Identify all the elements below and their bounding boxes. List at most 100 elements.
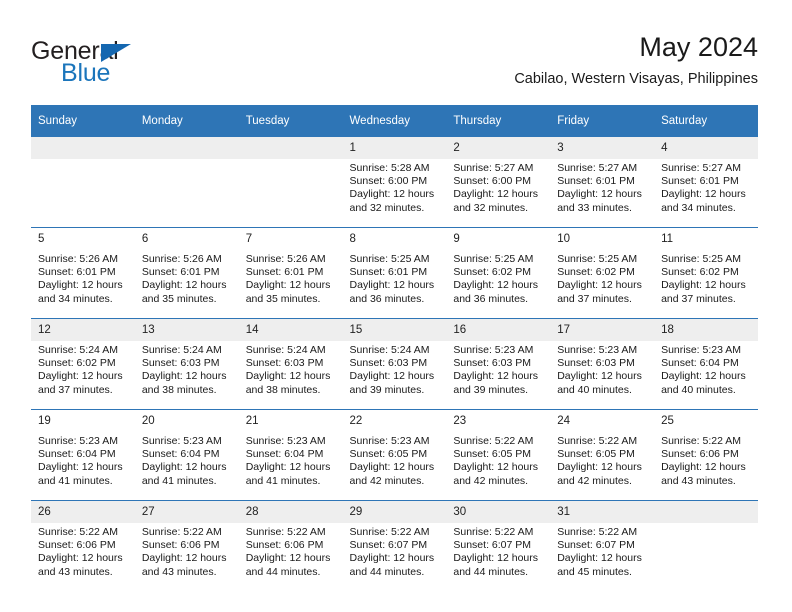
day-number: 6 xyxy=(134,228,239,250)
daylight-text-line1: Daylight: 12 hours xyxy=(661,279,746,292)
day-number: 29 xyxy=(342,501,447,523)
calendar-day-cell[interactable]: 24 Sunrise: 5:22 AM Sunset: 6:05 PM Dayligh… xyxy=(550,409,655,501)
calendar-day-cell[interactable]: 3 Sunrise: 5:27 AM Sunset: 6:01 PM Daylight… xyxy=(550,136,655,228)
calendar-day-cell[interactable]: 6 Sunrise: 5:26 AM Sunset: 6:01 PM Daylight… xyxy=(134,227,239,319)
daylight-text-line1: Daylight: 12 hours xyxy=(557,370,642,383)
sunset-text: Sunset: 6:05 PM xyxy=(453,448,532,461)
calendar-day-cell[interactable]: 19 Sunrise: 5:23 AM Sunset: 6:04 PM Dayligh… xyxy=(31,409,135,501)
calendar-day-cell[interactable]: 22 Sunrise: 5:23 AM Sunset: 6:05 PM Dayligh… xyxy=(342,409,447,501)
calendar-day-cell[interactable]: 18 Sunrise: 5:23 AM Sunset: 6:04 PM Dayligh… xyxy=(654,318,758,410)
sunrise-text: Sunrise: 5:23 AM xyxy=(557,344,638,356)
day-details: Sunrise: 5:24 AM Sunset: 6:03 PM Daylight:… xyxy=(135,341,239,397)
sunset-text: Sunset: 6:03 PM xyxy=(245,357,324,370)
calendar-day-cell[interactable]: 9 Sunrise: 5:25 AM Sunset: 6:02 PM Daylight… xyxy=(446,227,551,319)
day-number: 24 xyxy=(550,410,655,432)
calendar-week-row: 19 Sunrise: 5:23 AM Sunset: 6:04 PM Dayligh… xyxy=(31,409,758,501)
general-blue-logo[interactable]: General Blue xyxy=(31,38,231,94)
daylight-text-line2: and 45 minutes. xyxy=(557,565,632,578)
daylight-text-line1: Daylight: 12 hours xyxy=(661,461,746,474)
page-header: General Blue May 2024 Cabilao, Western V… xyxy=(31,30,758,96)
calendar-day-cell[interactable]: 21 Sunrise: 5:23 AM Sunset: 6:04 PM Dayligh… xyxy=(238,409,343,501)
daylight-text-line1: Daylight: 12 hours xyxy=(141,279,227,292)
sunset-text: Sunset: 6:01 PM xyxy=(661,175,739,188)
calendar-cell-empty xyxy=(134,136,239,228)
day-details: Sunrise: 5:28 AM Sunset: 6:00 PM Daylight:… xyxy=(343,159,447,215)
day-number: 25 xyxy=(654,410,758,432)
sunset-text: Sunset: 6:07 PM xyxy=(349,539,428,552)
calendar-day-cell[interactable]: 29 Sunrise: 5:22 AM Sunset: 6:07 PM Dayligh… xyxy=(342,500,447,591)
daylight-text-line1: Daylight: 12 hours xyxy=(245,279,331,292)
calendar-day-cell[interactable]: 14 Sunrise: 5:24 AM Sunset: 6:03 PM Dayligh… xyxy=(238,318,343,410)
calendar-day-cell[interactable]: 20 Sunrise: 5:23 AM Sunset: 6:04 PM Dayligh… xyxy=(134,409,239,501)
calendar-header-row: Sunday Monday Tuesday Wednesday Thursday Frid… xyxy=(31,105,758,137)
sunset-text: Sunset: 6:02 PM xyxy=(38,357,116,370)
weekday-header-friday: Friday xyxy=(550,105,655,137)
calendar-cell-empty xyxy=(654,500,758,591)
sunset-text: Sunset: 6:04 PM xyxy=(245,448,324,461)
calendar-day-cell[interactable]: 5 Sunrise: 5:26 AM Sunset: 6:01 PM Daylight… xyxy=(31,227,135,319)
daylight-text-line2: and 37 minutes. xyxy=(661,292,736,305)
sunset-text: Sunset: 6:01 PM xyxy=(38,266,116,279)
daylight-text-line2: and 38 minutes. xyxy=(141,383,217,396)
day-number: 31 xyxy=(550,501,655,523)
day-details: Sunrise: 5:25 AM Sunset: 6:02 PM Daylight:… xyxy=(550,250,654,306)
calendar-day-cell[interactable]: 27 Sunrise: 5:22 AM Sunset: 6:06 PM Dayligh… xyxy=(134,500,239,591)
sunrise-text: Sunrise: 5:25 AM xyxy=(557,253,638,265)
daylight-text-line2: and 40 minutes. xyxy=(661,383,736,396)
calendar-day-cell[interactable]: 12 Sunrise: 5:24 AM Sunset: 6:02 PM Dayligh… xyxy=(31,318,135,410)
sunrise-text: Sunrise: 5:22 AM xyxy=(557,435,638,447)
calendar-day-cell[interactable]: 25 Sunrise: 5:22 AM Sunset: 6:06 PM Dayligh… xyxy=(654,409,758,501)
daylight-text-line1: Daylight: 12 hours xyxy=(245,370,331,383)
calendar-day-cell[interactable]: 10 Sunrise: 5:25 AM Sunset: 6:02 PM Dayligh… xyxy=(550,227,655,319)
day-number xyxy=(238,137,343,159)
sunrise-text: Sunrise: 5:25 AM xyxy=(349,253,430,265)
day-details: Sunrise: 5:23 AM Sunset: 6:04 PM Daylight:… xyxy=(654,341,758,397)
calendar-day-cell[interactable]: 28 Sunrise: 5:22 AM Sunset: 6:06 PM Dayligh… xyxy=(238,500,343,591)
daylight-text-line2: and 34 minutes. xyxy=(38,292,113,305)
daylight-text-line2: and 36 minutes. xyxy=(453,292,529,305)
calendar-day-cell[interactable]: 2 Sunrise: 5:27 AM Sunset: 6:00 PM Daylight… xyxy=(446,136,551,228)
daylight-text-line1: Daylight: 12 hours xyxy=(38,461,123,474)
day-number: 14 xyxy=(238,319,343,341)
calendar-day-cell[interactable]: 26 Sunrise: 5:22 AM Sunset: 6:06 PM Dayligh… xyxy=(31,500,135,591)
daylight-text-line1: Daylight: 12 hours xyxy=(453,552,539,565)
day-details: Sunrise: 5:22 AM Sunset: 6:05 PM Daylight:… xyxy=(446,432,550,488)
day-details: Sunrise: 5:27 AM Sunset: 6:00 PM Daylight:… xyxy=(446,159,550,215)
weekday-header-tuesday: Tuesday xyxy=(238,105,343,137)
day-details: Sunrise: 5:22 AM Sunset: 6:06 PM Daylight:… xyxy=(135,523,239,579)
calendar-day-cell[interactable]: 11 Sunrise: 5:25 AM Sunset: 6:02 PM Dayligh… xyxy=(654,227,758,319)
weekday-header-sunday: Sunday xyxy=(31,105,135,137)
sunrise-text: Sunrise: 5:25 AM xyxy=(661,253,742,265)
calendar-day-cell[interactable]: 23 Sunrise: 5:22 AM Sunset: 6:05 PM Dayligh… xyxy=(446,409,551,501)
calendar-day-cell[interactable]: 17 Sunrise: 5:23 AM Sunset: 6:03 PM Dayligh… xyxy=(550,318,655,410)
calendar-day-cell[interactable]: 4 Sunrise: 5:27 AM Sunset: 6:01 PM Daylight… xyxy=(654,136,758,228)
sunrise-text: Sunrise: 5:22 AM xyxy=(349,526,430,538)
calendar-day-cell[interactable]: 16 Sunrise: 5:23 AM Sunset: 6:03 PM Dayligh… xyxy=(446,318,551,410)
calendar-day-cell[interactable]: 8 Sunrise: 5:25 AM Sunset: 6:01 PM Daylight… xyxy=(342,227,447,319)
daylight-text-line2: and 43 minutes. xyxy=(661,474,736,487)
day-number: 5 xyxy=(31,228,135,250)
calendar-day-cell[interactable]: 7 Sunrise: 5:26 AM Sunset: 6:01 PM Daylight… xyxy=(238,227,343,319)
calendar-day-cell[interactable]: 15 Sunrise: 5:24 AM Sunset: 6:03 PM Dayligh… xyxy=(342,318,447,410)
calendar-week-row: 1 Sunrise: 5:28 AM Sunset: 6:00 PM Daylight… xyxy=(31,136,758,228)
title-block: May 2024 Cabilao, Western Visayas, Phili… xyxy=(514,30,758,90)
sunrise-text: Sunrise: 5:25 AM xyxy=(453,253,534,265)
day-details: Sunrise: 5:22 AM Sunset: 6:06 PM Daylight:… xyxy=(654,432,758,488)
day-number xyxy=(31,137,135,159)
calendar-day-cell[interactable]: 30 Sunrise: 5:22 AM Sunset: 6:07 PM Dayligh… xyxy=(446,500,551,591)
calendar-day-cell[interactable]: 13 Sunrise: 5:24 AM Sunset: 6:03 PM Dayligh… xyxy=(134,318,239,410)
day-number: 13 xyxy=(134,319,239,341)
daylight-text-line1: Daylight: 12 hours xyxy=(245,552,331,565)
calendar-day-cell[interactable]: 1 Sunrise: 5:28 AM Sunset: 6:00 PM Daylight… xyxy=(342,136,447,228)
day-details: Sunrise: 5:22 AM Sunset: 6:07 PM Daylight:… xyxy=(446,523,550,579)
day-number: 8 xyxy=(342,228,447,250)
daylight-text-line1: Daylight: 12 hours xyxy=(141,461,227,474)
day-details: Sunrise: 5:23 AM Sunset: 6:05 PM Daylight:… xyxy=(343,432,447,488)
sunset-text: Sunset: 6:03 PM xyxy=(557,357,635,370)
sunset-text: Sunset: 6:04 PM xyxy=(141,448,220,461)
daylight-text-line2: and 44 minutes. xyxy=(453,565,529,578)
day-details: Sunrise: 5:22 AM Sunset: 6:07 PM Daylight:… xyxy=(550,523,654,579)
calendar-day-cell[interactable]: 31 Sunrise: 5:22 AM Sunset: 6:07 PM Dayligh… xyxy=(550,500,655,591)
calendar-cell-empty xyxy=(31,136,135,228)
sunset-text: Sunset: 6:03 PM xyxy=(453,357,532,370)
